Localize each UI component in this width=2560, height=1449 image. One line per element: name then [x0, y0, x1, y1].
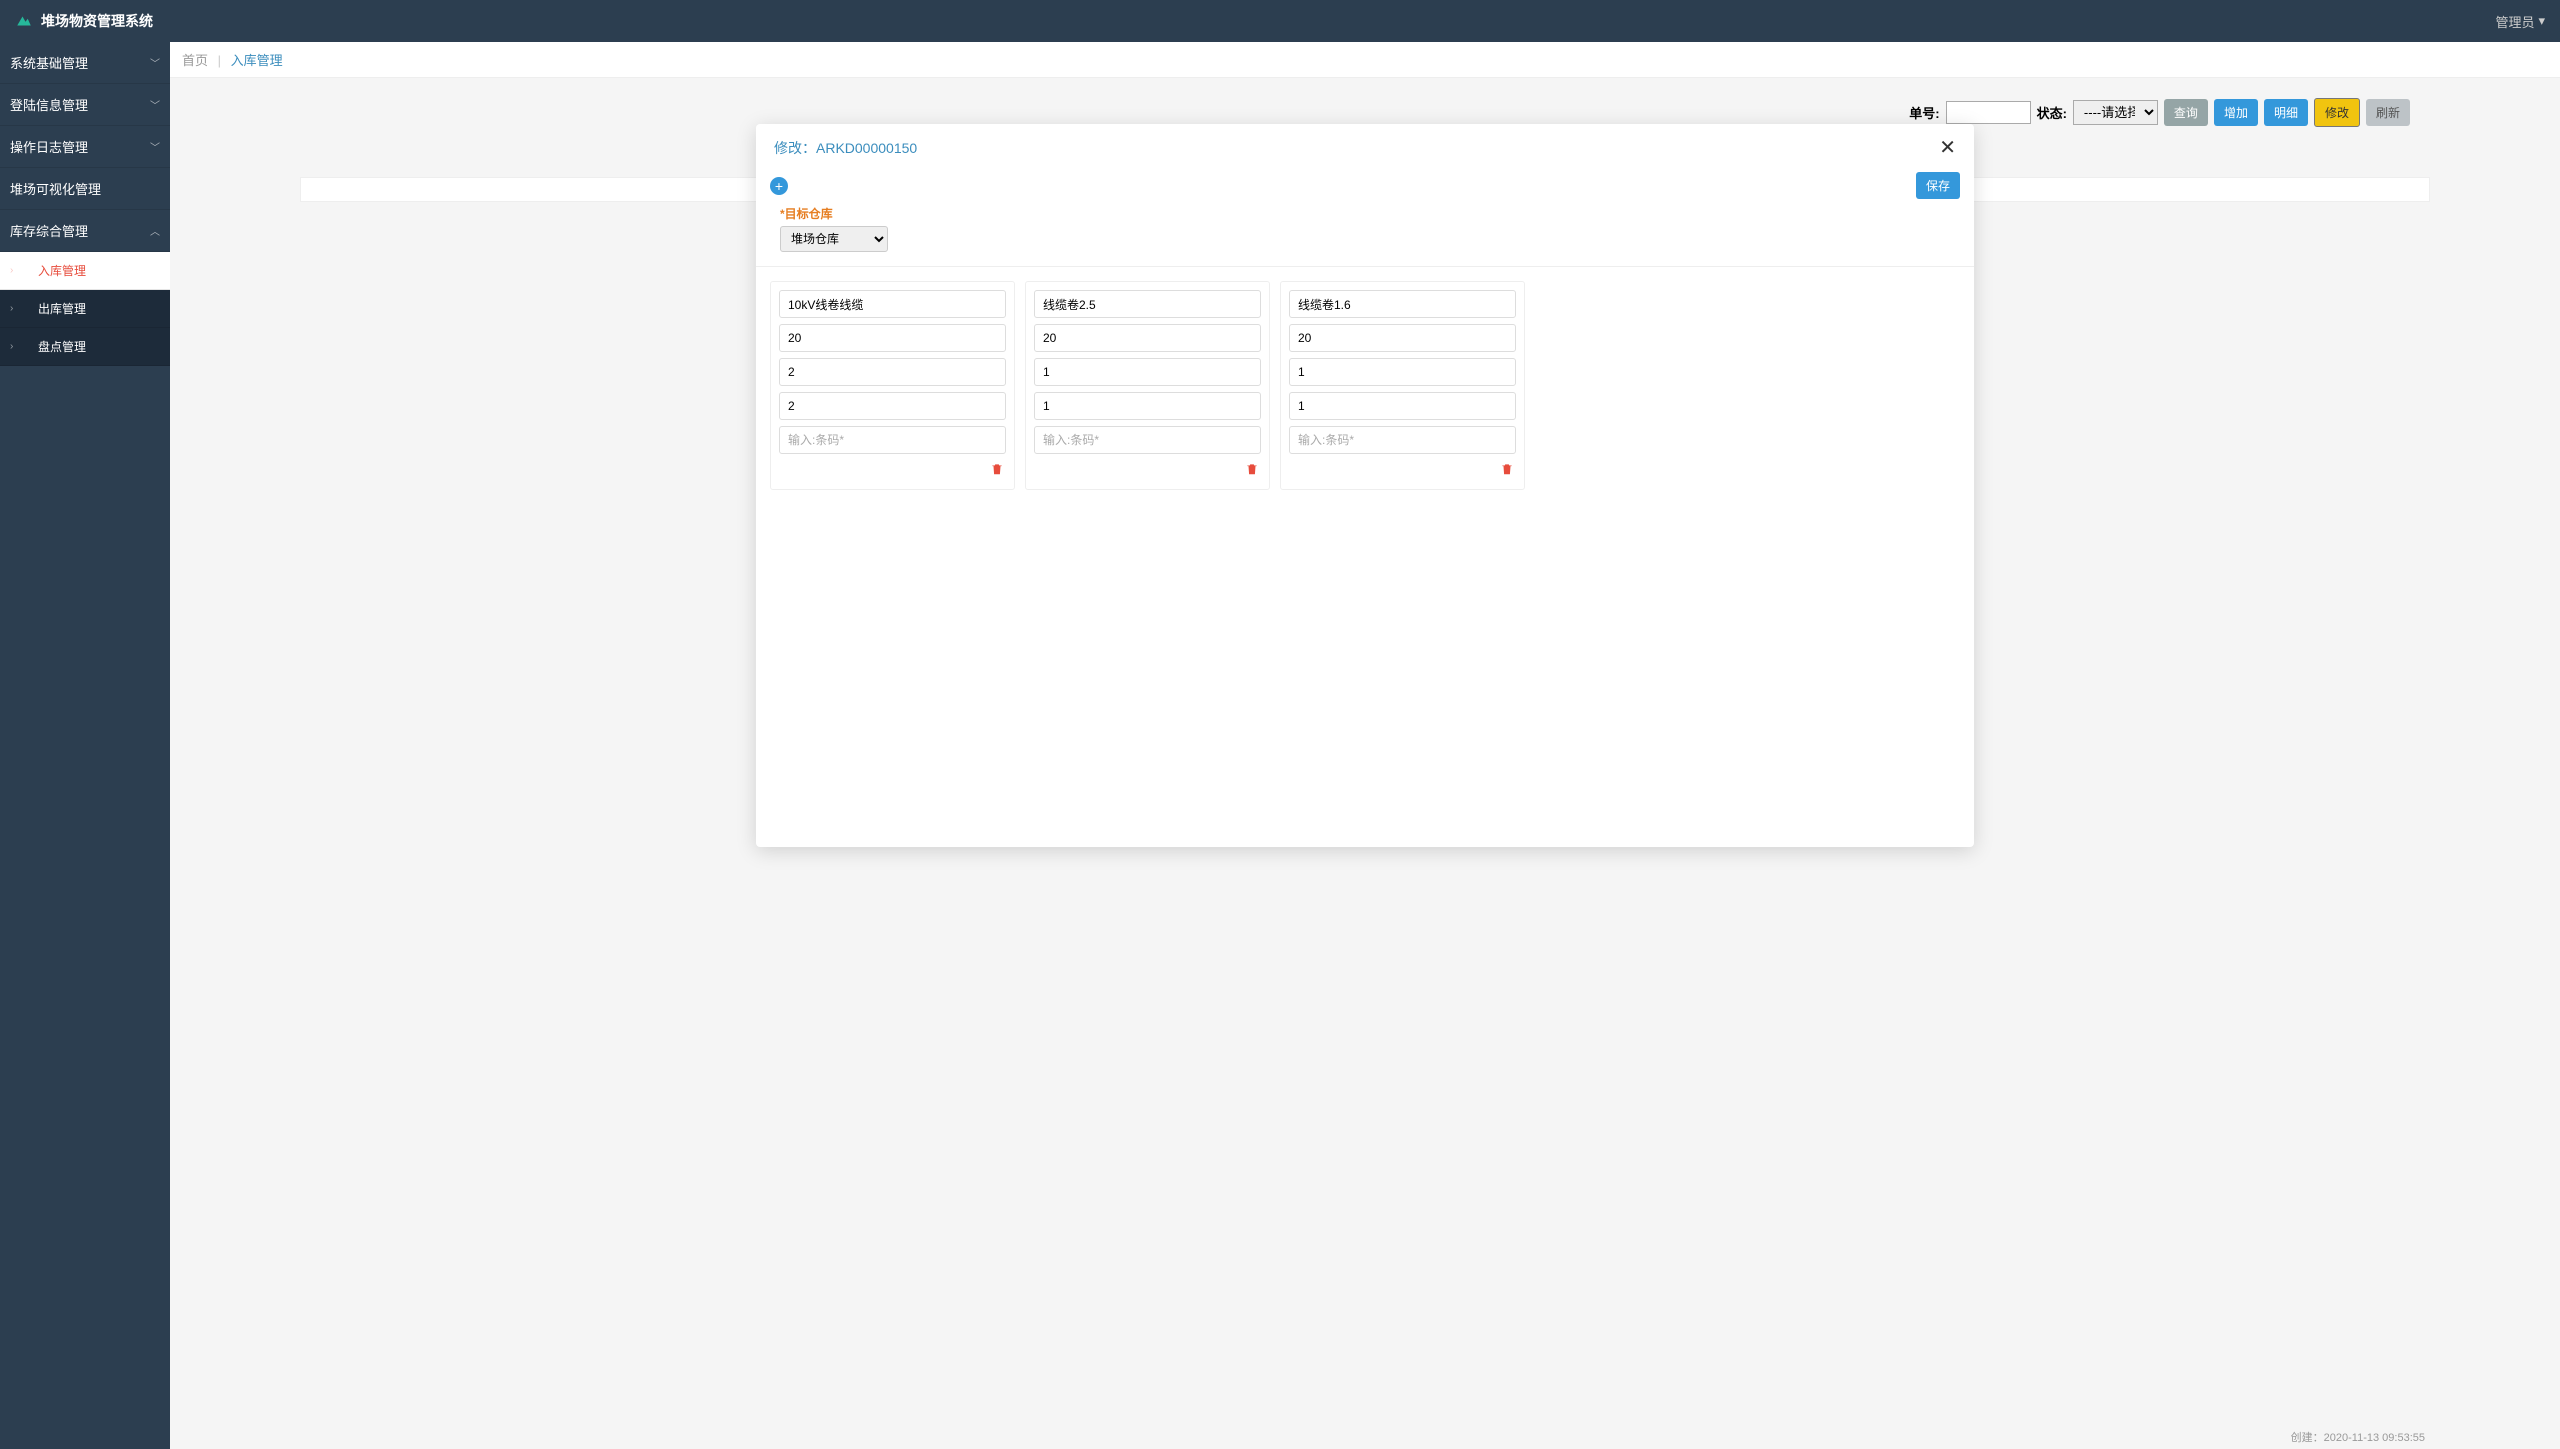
plus-icon: + [775, 179, 783, 193]
save-button[interactable]: 保存 [1916, 172, 1960, 199]
chevron-down-icon: ﹀ [150, 139, 160, 154]
sidebar-item-oplog[interactable]: 操作日志管理 ﹀ [0, 126, 170, 168]
delete-item-button[interactable] [988, 460, 1006, 481]
item-field4-input[interactable] [779, 392, 1006, 420]
chevron-right-icon: › [10, 303, 13, 314]
item-field4-input[interactable] [1034, 392, 1261, 420]
item-name-input[interactable] [1289, 290, 1516, 318]
chevron-right-icon: › [10, 265, 13, 276]
sidebar-item-login[interactable]: 登陆信息管理 ﹀ [0, 84, 170, 126]
item-field3-input[interactable] [1034, 358, 1261, 386]
sidebar-item-stock[interactable]: 库存综合管理 ︿ [0, 210, 170, 252]
target-warehouse-label: *目标仓库 [780, 205, 1950, 222]
user-label: 管理员 [2495, 12, 2534, 31]
chevron-up-icon: ︿ [150, 223, 160, 238]
trash-icon [1245, 462, 1259, 476]
delete-item-button[interactable] [1498, 460, 1516, 481]
item-barcode-input[interactable] [1289, 426, 1516, 454]
close-icon: ✕ [1939, 137, 1956, 159]
sidebar-item-visual[interactable]: 堆场可视化管理 [0, 168, 170, 210]
sidebar-sub-outbound[interactable]: › 出库管理 [0, 290, 170, 328]
item-barcode-input[interactable] [779, 426, 1006, 454]
add-item-button[interactable]: + [770, 177, 788, 195]
modal-title: 修改：ARKD00000150 [774, 138, 917, 158]
item-field3-input[interactable] [1289, 358, 1516, 386]
sidebar: 系统基础管理 ﹀ 登陆信息管理 ﹀ 操作日志管理 ﹀ 堆场可视化管理 库存综合管… [0, 42, 170, 1449]
logo-icon [15, 12, 33, 30]
modal-overlay: 修改：ARKD00000150 ✕ + 保存 *目标仓库 堆场仓库 [170, 42, 2560, 1449]
trash-icon [1500, 462, 1514, 476]
item-barcode-input[interactable] [1034, 426, 1261, 454]
chevron-down-icon: ﹀ [150, 55, 160, 70]
item-field4-input[interactable] [1289, 392, 1516, 420]
item-card [1025, 281, 1270, 490]
sidebar-item-system[interactable]: 系统基础管理 ﹀ [0, 42, 170, 84]
brand: 堆场物资管理系统 [15, 11, 153, 31]
app-title: 堆场物资管理系统 [41, 11, 153, 31]
target-warehouse-select[interactable]: 堆场仓库 [780, 226, 888, 252]
delete-item-button[interactable] [1243, 460, 1261, 481]
sidebar-sub-inbound[interactable]: › 入库管理 [0, 252, 170, 290]
close-button[interactable]: ✕ [1939, 138, 1956, 158]
sidebar-sub-inventory[interactable]: › 盘点管理 [0, 328, 170, 366]
item-name-input[interactable] [1034, 290, 1261, 318]
item-card [1280, 281, 1525, 490]
item-field2-input[interactable] [1034, 324, 1261, 352]
chevron-right-icon: › [10, 341, 13, 352]
chevron-down-icon: ﹀ [150, 97, 160, 112]
user-menu[interactable]: 管理员 ▾ [2495, 12, 2545, 31]
item-field2-input[interactable] [779, 324, 1006, 352]
item-field2-input[interactable] [1289, 324, 1516, 352]
caret-down-icon: ▾ [2538, 13, 2545, 29]
item-name-input[interactable] [779, 290, 1006, 318]
edit-modal: 修改：ARKD00000150 ✕ + 保存 *目标仓库 堆场仓库 [756, 124, 1974, 847]
trash-icon [990, 462, 1004, 476]
item-field3-input[interactable] [779, 358, 1006, 386]
item-card [770, 281, 1015, 490]
